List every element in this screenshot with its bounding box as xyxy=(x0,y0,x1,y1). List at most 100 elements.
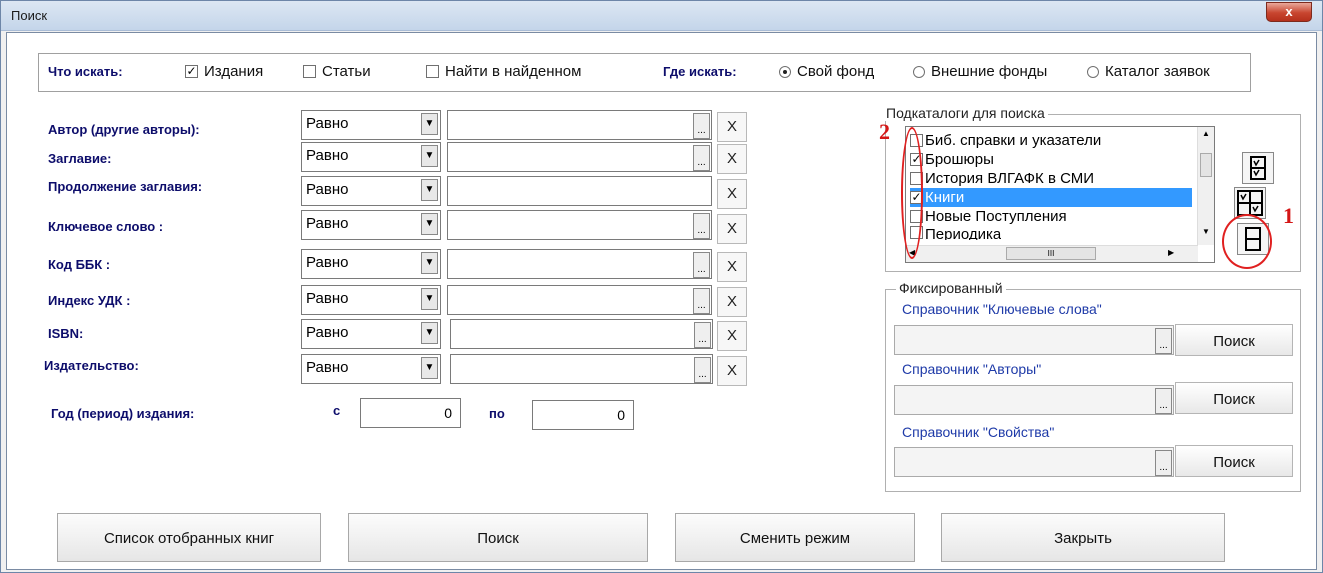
scroll-down-icon[interactable]: ▼ xyxy=(1202,227,1210,236)
list-item[interactable]: ✓ Брошюры xyxy=(910,150,994,169)
list-item[interactable]: История ВЛГАФК в СМИ xyxy=(910,169,1094,188)
isbn-operator-select[interactable]: Равно ▼ xyxy=(301,319,441,349)
list-item[interactable]: Биб. справки и указатели xyxy=(910,131,1101,150)
subcatalogs-list[interactable]: Биб. справки и указатели ✓ Брошюры Истори… xyxy=(905,126,1215,263)
udk-operator-select[interactable]: Равно ▼ xyxy=(301,285,441,315)
where-to-search-label: Где искать: xyxy=(663,64,737,79)
field-label-title-continuation: Продолжение заглавия: xyxy=(48,179,203,194)
editions-checkbox[interactable]: ✓ xyxy=(185,65,198,78)
keyword-input[interactable]: ... xyxy=(447,210,712,240)
publisher-input[interactable]: ... xyxy=(450,354,713,384)
title-input[interactable]: ... xyxy=(447,142,712,172)
ref-keywords-input[interactable]: ... xyxy=(894,325,1174,355)
isbn-input[interactable]: ... xyxy=(450,319,713,349)
continuation-clear-button[interactable]: X xyxy=(717,179,747,209)
author-operator-value: Равно xyxy=(306,115,349,132)
field-label-author: Автор (другие авторы): xyxy=(48,122,200,137)
select-all-button[interactable] xyxy=(1242,152,1274,184)
year-to-input[interactable]: 0 xyxy=(532,400,634,430)
ref-authors-search-button[interactable]: Поиск xyxy=(1175,382,1293,414)
udk-clear-button[interactable]: X xyxy=(717,287,747,317)
field-label-isbn: ISBN: xyxy=(48,326,84,341)
chevron-down-icon[interactable]: ▼ xyxy=(421,213,438,235)
scroll-thumb[interactable] xyxy=(1200,153,1212,177)
subcatalog-label: Периодика xyxy=(925,226,1002,240)
ref-keywords-browse-button[interactable]: ... xyxy=(1155,328,1172,354)
chevron-down-icon[interactable]: ▼ xyxy=(421,145,438,167)
radio-request-catalog[interactable]: Каталог заявок xyxy=(1087,63,1210,80)
author-browse-button[interactable]: ... xyxy=(693,113,710,139)
udk-input[interactable]: ... xyxy=(447,285,712,315)
ref-properties-search-button[interactable]: Поиск xyxy=(1175,445,1293,477)
author-operator-select[interactable]: Равно ▼ xyxy=(301,110,441,140)
selected-books-list-button[interactable]: Список отобранных книг xyxy=(57,513,321,562)
list-item[interactable]: Периодика xyxy=(910,226,1001,240)
title-clear-button[interactable]: X xyxy=(717,144,747,174)
external-funds-radio[interactable] xyxy=(913,65,925,78)
field-label-publisher: Издательство: xyxy=(44,358,139,373)
isbn-clear-button[interactable]: X xyxy=(717,321,747,351)
radio-external-funds[interactable]: Внешние фонды xyxy=(913,63,1047,80)
window-title: Поиск xyxy=(11,8,48,23)
what-to-search-label: Что искать: xyxy=(48,64,123,79)
list-horizontal-scrollbar[interactable]: ◀ III ▶ xyxy=(906,245,1198,262)
close-button[interactable]: Закрыть xyxy=(941,513,1225,562)
chevron-down-icon[interactable]: ▼ xyxy=(421,252,438,274)
title-browse-button[interactable]: ... xyxy=(693,145,710,171)
option-search-in-found[interactable]: Найти в найденном xyxy=(426,63,581,80)
chevron-down-icon[interactable]: ▼ xyxy=(421,288,438,310)
bbk-operator-value: Равно xyxy=(306,254,349,271)
bbk-browse-button[interactable]: ... xyxy=(693,252,710,278)
field-label-keyword: Ключевое слово : xyxy=(48,219,164,234)
request-catalog-radio[interactable] xyxy=(1087,65,1099,78)
chevron-down-icon[interactable]: ▼ xyxy=(421,113,438,135)
keyword-clear-button[interactable]: X xyxy=(717,214,747,244)
year-from-input[interactable]: 0 xyxy=(360,398,461,428)
ref-properties-browse-button[interactable]: ... xyxy=(1155,450,1172,476)
list-vertical-scrollbar[interactable]: ▲ ▼ xyxy=(1197,127,1214,245)
continuation-operator-select[interactable]: Равно ▼ xyxy=(301,176,441,206)
articles-label: Статьи xyxy=(322,63,371,80)
publisher-operator-value: Равно xyxy=(306,359,349,376)
option-articles[interactable]: Статьи xyxy=(303,63,371,80)
author-input[interactable]: ... xyxy=(447,110,712,140)
publisher-clear-button[interactable]: X xyxy=(717,356,747,386)
chevron-down-icon[interactable]: ▼ xyxy=(421,179,438,201)
publisher-operator-select[interactable]: Равно ▼ xyxy=(301,354,441,384)
list-item-selected[interactable]: ✓ Книги xyxy=(910,188,1192,207)
subcatalog-label: Книги xyxy=(925,189,965,206)
own-fund-radio[interactable] xyxy=(779,65,791,78)
ref-keywords-search-button[interactable]: Поиск xyxy=(1175,324,1293,356)
isbn-browse-button[interactable]: ... xyxy=(694,322,711,348)
keyword-browse-button[interactable]: ... xyxy=(693,213,710,239)
search-button[interactable]: Поиск xyxy=(348,513,648,562)
ref-authors-browse-button[interactable]: ... xyxy=(1155,388,1172,414)
annotation-mark-2: 2 xyxy=(879,119,890,144)
isbn-operator-value: Равно xyxy=(306,324,349,341)
scroll-thumb-horizontal[interactable]: III xyxy=(1006,247,1096,260)
option-editions[interactable]: ✓ Издания xyxy=(185,63,263,80)
field-label-udk: Индекс УДК : xyxy=(48,293,131,308)
chevron-down-icon[interactable]: ▼ xyxy=(421,322,438,344)
keyword-operator-select[interactable]: Равно ▼ xyxy=(301,210,441,240)
udk-browse-button[interactable]: ... xyxy=(693,288,710,314)
change-mode-button[interactable]: Сменить режим xyxy=(675,513,915,562)
ref-authors-input[interactable]: ... xyxy=(894,385,1174,415)
ref-properties-input[interactable]: ... xyxy=(894,447,1174,477)
publisher-browse-button[interactable]: ... xyxy=(694,357,711,383)
chevron-down-icon[interactable]: ▼ xyxy=(421,357,438,379)
author-clear-button[interactable]: X xyxy=(717,112,747,142)
own-fund-label: Свой фонд xyxy=(797,63,875,80)
title-operator-select[interactable]: Равно ▼ xyxy=(301,142,441,172)
scroll-right-icon[interactable]: ▶ xyxy=(1168,248,1174,257)
search-in-found-checkbox[interactable] xyxy=(426,65,439,78)
radio-own-fund[interactable]: Свой фонд xyxy=(779,63,874,80)
articles-checkbox[interactable] xyxy=(303,65,316,78)
continuation-input[interactable] xyxy=(447,176,712,206)
scroll-up-icon[interactable]: ▲ xyxy=(1202,129,1210,138)
bbk-clear-button[interactable]: X xyxy=(717,252,747,282)
close-window-button[interactable]: x xyxy=(1266,2,1312,22)
bbk-input[interactable]: ... xyxy=(447,249,712,279)
list-item[interactable]: Новые Поступления xyxy=(910,207,1067,226)
bbk-operator-select[interactable]: Равно ▼ xyxy=(301,249,441,279)
